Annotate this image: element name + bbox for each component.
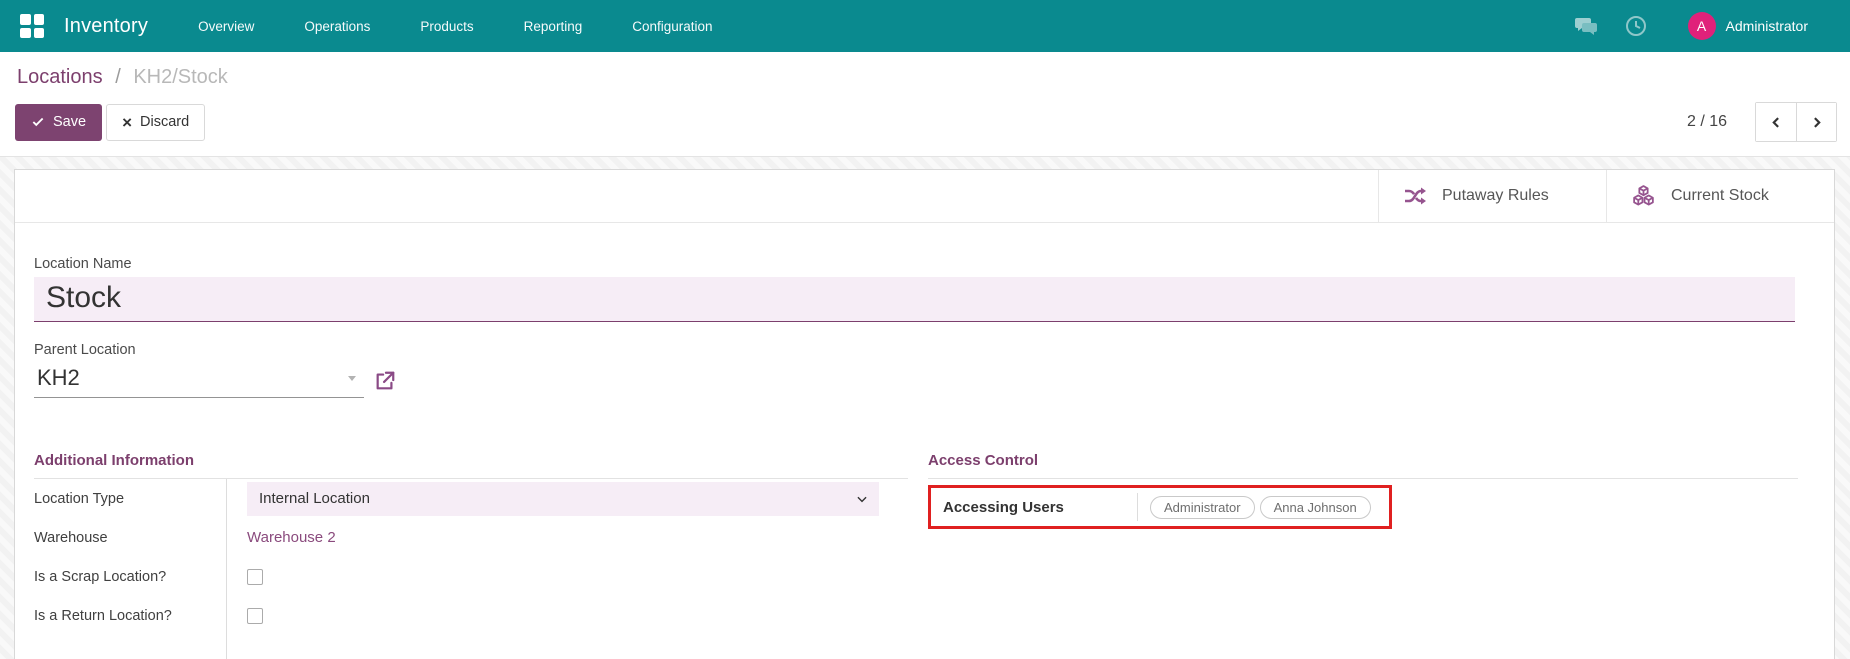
- scrap-location-label: Is a Scrap Location?: [34, 557, 226, 596]
- putaway-rules-button[interactable]: Putaway Rules: [1378, 170, 1606, 222]
- accessing-users-field[interactable]: Administrator Anna Johnson: [1138, 496, 1371, 519]
- breadcrumb-separator: /: [115, 66, 121, 88]
- save-button-label: Save: [53, 114, 86, 130]
- discard-button[interactable]: × Discard: [106, 104, 205, 141]
- spacer: [226, 635, 908, 659]
- pager-next-button[interactable]: [1796, 103, 1836, 141]
- apps-menu-icon[interactable]: [20, 14, 44, 38]
- breadcrumb: Locations / KH2/Stock: [17, 66, 1837, 89]
- discard-button-label: Discard: [140, 114, 189, 130]
- chevron-left-icon: [1770, 116, 1783, 129]
- user-name: Administrator: [1726, 18, 1808, 34]
- access-control-title: Access Control: [928, 452, 1798, 479]
- additional-information-group: Additional Information Location Type Int…: [34, 452, 908, 659]
- chevron-down-icon: [855, 492, 869, 506]
- pager-count: 2 / 16: [1687, 113, 1727, 131]
- smart-button-box: Putaway Rules Current Stock: [15, 170, 1834, 223]
- external-link-icon[interactable]: [374, 370, 396, 392]
- warehouse-link[interactable]: Warehouse 2: [247, 529, 336, 546]
- dropdown-caret-icon[interactable]: [348, 376, 356, 381]
- parent-location-field[interactable]: KH2: [34, 363, 364, 398]
- user-avatar[interactable]: A: [1688, 12, 1716, 40]
- app-title[interactable]: Inventory: [64, 15, 148, 38]
- record-pager: 2 / 16: [1687, 102, 1837, 142]
- main-menu: Overview Operations Products Reporting C…: [196, 13, 714, 40]
- check-icon: [31, 115, 45, 129]
- user-tag[interactable]: Administrator: [1150, 496, 1255, 519]
- location-type-value: Internal Location: [259, 490, 855, 507]
- location-type-select[interactable]: Internal Location: [247, 482, 879, 516]
- warehouse-label: Warehouse: [34, 518, 226, 557]
- control-panel: Locations / KH2/Stock Save × Discard 2 /…: [0, 52, 1850, 157]
- menu-operations[interactable]: Operations: [302, 13, 372, 40]
- menu-configuration[interactable]: Configuration: [630, 13, 714, 40]
- spacer: [34, 635, 226, 659]
- breadcrumb-current: KH2/Stock: [133, 66, 227, 88]
- activities-clock-icon[interactable]: [1624, 14, 1648, 38]
- location-type-label: Location Type: [34, 479, 226, 518]
- location-name-input[interactable]: [34, 277, 1795, 322]
- shuffle-icon: [1403, 184, 1427, 208]
- return-location-label: Is a Return Location?: [34, 596, 226, 635]
- return-location-checkbox[interactable]: [247, 608, 263, 624]
- content-background: Putaway Rules Current Stock Location Nam…: [0, 157, 1850, 659]
- parent-location-label: Parent Location: [34, 342, 1816, 358]
- cubes-icon: [1631, 184, 1656, 209]
- menu-overview[interactable]: Overview: [196, 13, 256, 40]
- messages-icon[interactable]: [1574, 14, 1598, 38]
- menu-products[interactable]: Products: [418, 13, 475, 40]
- putaway-rules-label: Putaway Rules: [1442, 187, 1549, 205]
- location-name-label: Location Name: [34, 256, 1816, 272]
- x-icon: ×: [122, 114, 132, 131]
- parent-location-value[interactable]: KH2: [37, 365, 348, 391]
- save-button[interactable]: Save: [15, 104, 102, 141]
- top-navbar: Inventory Overview Operations Products R…: [0, 0, 1850, 52]
- current-stock-button[interactable]: Current Stock: [1606, 170, 1834, 222]
- breadcrumb-locations-link[interactable]: Locations: [17, 66, 103, 88]
- scrap-location-checkbox[interactable]: [247, 569, 263, 585]
- current-stock-label: Current Stock: [1671, 187, 1769, 205]
- accessing-users-highlight: Accessing Users Administrator Anna Johns…: [928, 485, 1392, 529]
- accessing-users-label: Accessing Users: [943, 493, 1138, 521]
- user-menu[interactable]: A Administrator: [1688, 12, 1808, 40]
- pager-previous-button[interactable]: [1756, 103, 1796, 141]
- access-control-group: Access Control Accessing Users Administr…: [928, 452, 1798, 659]
- form-sheet: Putaway Rules Current Stock Location Nam…: [14, 169, 1835, 659]
- additional-information-title: Additional Information: [34, 452, 908, 479]
- user-tag[interactable]: Anna Johnson: [1260, 496, 1371, 519]
- menu-reporting[interactable]: Reporting: [522, 13, 585, 40]
- chevron-right-icon: [1810, 116, 1823, 129]
